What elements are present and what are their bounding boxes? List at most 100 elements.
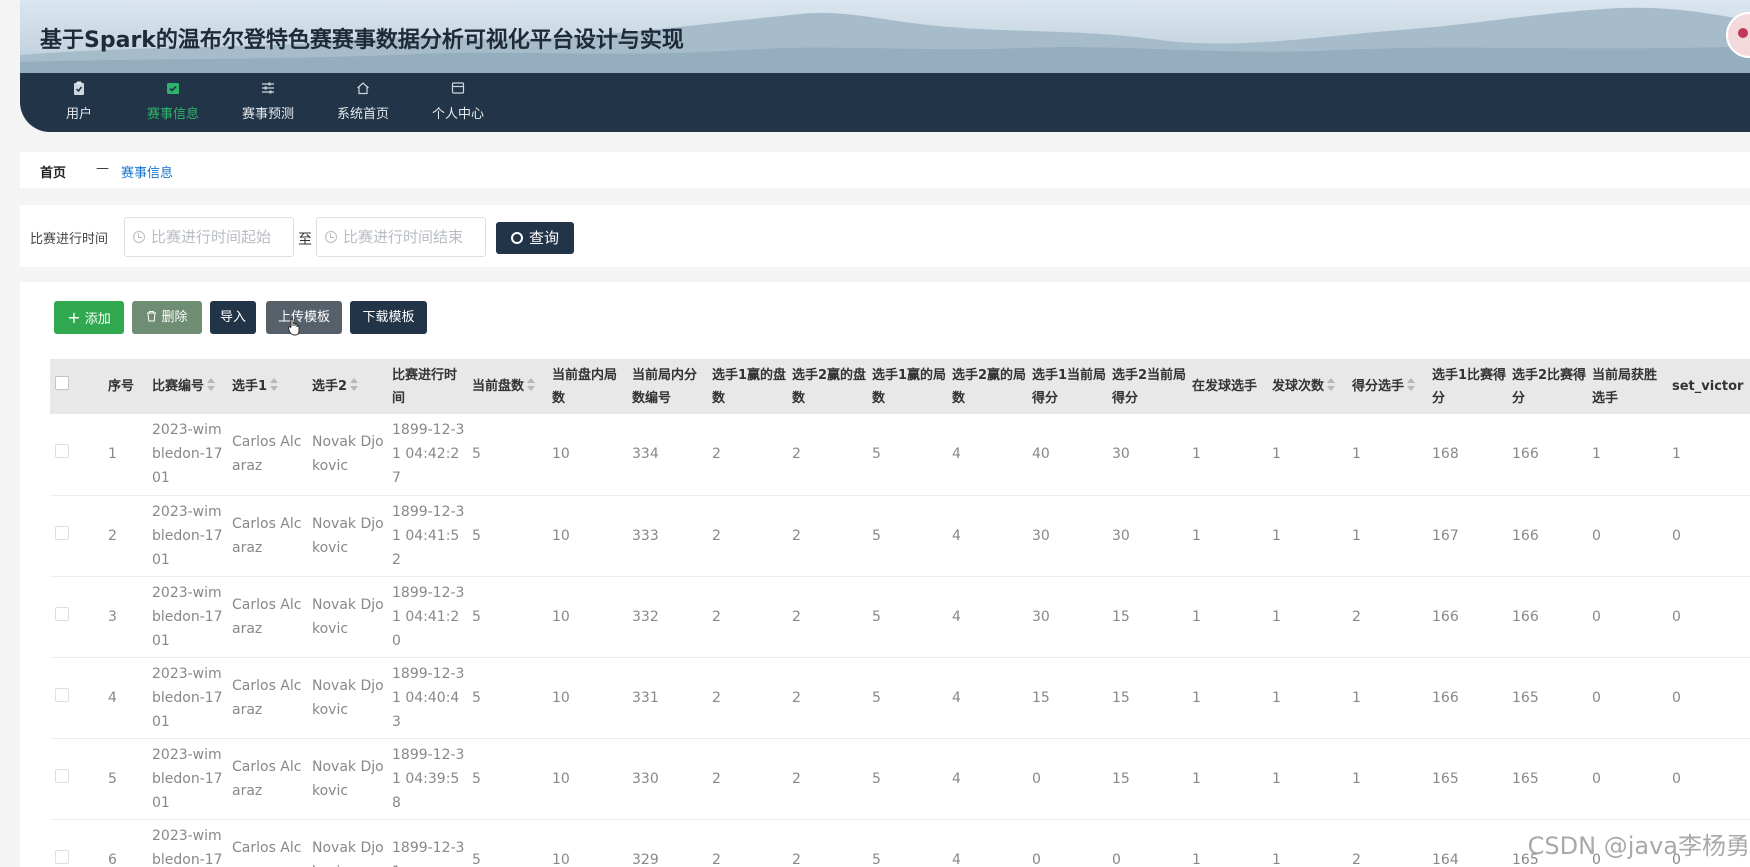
breadcrumb-separator: —	[96, 161, 109, 176]
sort-caret-icon[interactable]	[270, 378, 279, 392]
sort-caret-icon[interactable]	[527, 378, 536, 392]
add-button[interactable]: + 添加	[54, 301, 124, 334]
row-select-cell	[50, 495, 100, 577]
header-banner: 基于Spark的温布尔登特色赛赛事数据分析可视化平台设计与实现	[20, 0, 1750, 73]
column-header[interactable]: 得分选手	[1350, 359, 1430, 414]
column-header[interactable]: 比赛编号	[150, 359, 230, 414]
column-header-label: 发球次数	[1272, 379, 1325, 394]
row-checkbox[interactable]	[55, 687, 69, 702]
table-cell: 6	[100, 819, 150, 867]
table-cell: Carlos Alcaraz	[230, 657, 310, 739]
breadcrumb-home[interactable]: 首页	[40, 162, 66, 181]
search-button[interactable]: 查询	[496, 222, 574, 254]
table-cell: 332	[630, 576, 710, 658]
nav-item-prediction[interactable]: 赛事预测	[223, 73, 313, 132]
row-checkbox[interactable]	[55, 606, 69, 621]
start-time-input[interactable]: 比赛进行时间起始	[124, 217, 294, 257]
column-header: 选手1赢的局数	[870, 359, 950, 414]
table-cell: 1	[1190, 576, 1270, 658]
sort-caret-icon[interactable]	[1327, 378, 1336, 392]
table-cell: 5	[470, 657, 550, 739]
table-cell: 15	[1110, 738, 1190, 820]
table-cell: 0	[1590, 495, 1670, 577]
sort-caret-icon[interactable]	[350, 378, 359, 392]
table-cell: 2023-wimbledon-1701	[150, 657, 230, 739]
import-button[interactable]: 导入	[210, 301, 256, 334]
end-time-input[interactable]: 比赛进行时间结束	[316, 217, 486, 257]
upload-template-button[interactable]: 上传模板	[266, 301, 342, 334]
nav-item-users[interactable]: 用户	[34, 73, 124, 132]
row-checkbox[interactable]	[55, 849, 69, 864]
row-checkbox[interactable]	[55, 444, 69, 459]
table-cell: 0	[1110, 819, 1190, 867]
column-header[interactable]: 选手1	[230, 359, 310, 414]
download-template-button[interactable]: 下载模板	[350, 301, 427, 334]
table-cell: 2	[710, 657, 790, 739]
nav-item-profile[interactable]: 个人中心	[413, 73, 503, 132]
column-header[interactable]: 当前盘数	[470, 359, 550, 414]
table-cell: 2023-wimbledon-1701	[150, 414, 230, 496]
table-cell: 1899-12-31 04:42:27	[390, 414, 470, 496]
row-checkbox[interactable]	[55, 525, 69, 540]
column-header-label: 当前盘数	[472, 379, 525, 394]
table-cell: 10	[550, 576, 630, 658]
table-row[interactable]: 62023-wimbledon-1701Carlos AlcarazNovak …	[50, 819, 1750, 867]
column-header: set_victor	[1670, 359, 1750, 414]
column-header: 在发球选手	[1190, 359, 1270, 414]
sort-caret-icon[interactable]	[207, 378, 216, 392]
select-all-header[interactable]	[50, 359, 100, 414]
table-cell: 10	[550, 657, 630, 739]
select-all-checkbox[interactable]	[55, 376, 69, 390]
table-cell: 2023-wimbledon-1701	[150, 495, 230, 577]
nav-item-match-info[interactable]: 赛事信息	[128, 73, 218, 132]
import-button-label: 导入	[219, 310, 246, 325]
table-cell: 30	[1110, 495, 1190, 577]
plus-icon: +	[67, 308, 81, 327]
table-cell: 334	[630, 414, 710, 496]
table-row[interactable]: 3 2023-wimbledon-1701 Carlos Alcaraz Novak …	[50, 576, 1750, 658]
table-row[interactable]: 2 2023-wimbledon-1701 Carlos Alcaraz Novak …	[50, 495, 1750, 577]
table-cell: 2	[790, 657, 870, 739]
upload-template-label: 上传模板	[277, 310, 330, 325]
column-header: 比赛进行时间	[390, 359, 470, 414]
table-cell: 4	[950, 738, 1030, 820]
table-cell: 4	[950, 495, 1030, 577]
top-nav: 用户 赛事信息 赛事预测 系统首页 个人中心	[20, 73, 1750, 132]
table-cell: 166	[1510, 414, 1590, 496]
table-cell: 1	[1270, 738, 1350, 820]
table-row[interactable]: 1 2023-wimbledon-1701 Carlos Alcaraz Novak …	[50, 414, 1750, 496]
table-cell: Carlos Alcaraz	[230, 414, 310, 496]
table-cell: 2023-wimbledon-1701	[150, 576, 230, 658]
table-cell: 2	[710, 576, 790, 658]
table-cell: 2	[790, 738, 870, 820]
column-header[interactable]: 选手2	[310, 359, 390, 414]
row-checkbox[interactable]	[55, 768, 69, 783]
column-header-label: 当前局内分数编号	[632, 367, 698, 406]
table-cell: 167	[1430, 495, 1510, 577]
table-cell: 5	[870, 414, 950, 496]
table-cell: 2	[710, 495, 790, 577]
table-cell: 166	[1510, 495, 1590, 577]
watermark: CSDN @java李杨勇	[1527, 832, 1750, 860]
table-cell: 2	[710, 738, 790, 820]
breadcrumb: 首页 — 赛事信息	[20, 152, 1750, 188]
table-cell: 1	[1190, 495, 1270, 577]
nav-item-home[interactable]: 系统首页	[318, 73, 408, 132]
column-header-label: 在发球选手	[1192, 379, 1258, 394]
table-cell: 30	[1030, 576, 1110, 658]
nav-item-label: 个人中心	[431, 107, 484, 122]
table-row[interactable]: 4 2023-wimbledon-1701 Carlos Alcaraz Novak …	[50, 657, 1750, 739]
table-cell: 0	[1590, 657, 1670, 739]
table-cell: 1899-12-31 04:39:58	[390, 738, 470, 820]
table-cell: 4	[100, 657, 150, 739]
delete-button[interactable]: 删除	[132, 301, 202, 334]
table-cell: 331	[630, 657, 710, 739]
column-header[interactable]: 发球次数	[1270, 359, 1350, 414]
sort-caret-icon[interactable]	[1407, 378, 1416, 392]
table-cell: 1	[1270, 819, 1350, 867]
row-select-cell	[50, 657, 100, 739]
table-cell: 2	[790, 414, 870, 496]
table-row[interactable]: 5 2023-wimbledon-1701 Carlos Alcaraz Novak …	[50, 738, 1750, 820]
column-header-label: 选手2	[312, 379, 348, 394]
table-cell: 5	[870, 495, 950, 577]
